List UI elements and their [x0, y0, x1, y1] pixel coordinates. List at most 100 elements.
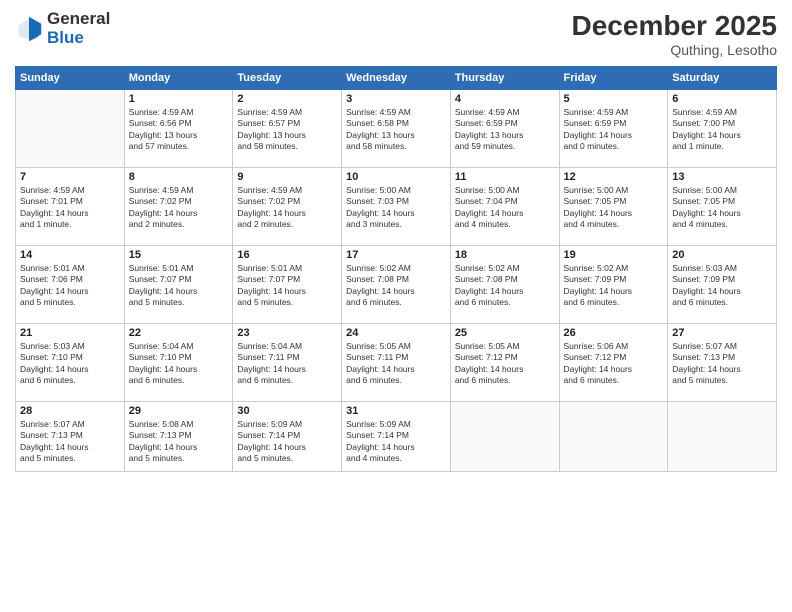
- title-block: December 2025 Quthing, Lesotho: [572, 10, 777, 58]
- day-info: Sunrise: 5:02 AM Sunset: 7:08 PM Dayligh…: [346, 263, 446, 309]
- day-number: 6: [672, 93, 772, 105]
- day-number: 27: [672, 327, 772, 339]
- day-number: 31: [346, 405, 446, 417]
- day-info: Sunrise: 5:01 AM Sunset: 7:07 PM Dayligh…: [237, 263, 337, 309]
- day-cell: [559, 402, 668, 472]
- day-info: Sunrise: 4:59 AM Sunset: 6:59 PM Dayligh…: [455, 107, 555, 153]
- calendar-table: SundayMondayTuesdayWednesdayThursdayFrid…: [15, 66, 777, 472]
- day-number: 17: [346, 249, 446, 261]
- day-number: 5: [564, 93, 664, 105]
- day-number: 25: [455, 327, 555, 339]
- day-cell: [668, 402, 777, 472]
- day-cell: 21 Sunrise: 5:03 AM Sunset: 7:10 PM Dayli…: [16, 324, 125, 402]
- day-info: Sunrise: 5:00 AM Sunset: 7:04 PM Dayligh…: [455, 185, 555, 231]
- page: General Blue December 2025 Quthing, Leso…: [0, 0, 792, 612]
- day-info: Sunrise: 4:59 AM Sunset: 6:56 PM Dayligh…: [129, 107, 229, 153]
- day-info: Sunrise: 5:07 AM Sunset: 7:13 PM Dayligh…: [20, 419, 120, 465]
- header-cell-tuesday: Tuesday: [233, 67, 342, 90]
- day-number: 7: [20, 171, 120, 183]
- day-cell: 17 Sunrise: 5:02 AM Sunset: 7:08 PM Dayli…: [342, 246, 451, 324]
- day-info: Sunrise: 4:59 AM Sunset: 7:02 PM Dayligh…: [129, 185, 229, 231]
- day-info: Sunrise: 4:59 AM Sunset: 6:58 PM Dayligh…: [346, 107, 446, 153]
- day-number: 22: [129, 327, 229, 339]
- day-cell: 22 Sunrise: 5:04 AM Sunset: 7:10 PM Dayli…: [124, 324, 233, 402]
- header-cell-saturday: Saturday: [668, 67, 777, 90]
- day-info: Sunrise: 5:03 AM Sunset: 7:10 PM Dayligh…: [20, 341, 120, 387]
- day-info: Sunrise: 5:03 AM Sunset: 7:09 PM Dayligh…: [672, 263, 772, 309]
- day-cell: 8 Sunrise: 4:59 AM Sunset: 7:02 PM Daylig…: [124, 168, 233, 246]
- logo-icon: [15, 15, 43, 43]
- header-cell-monday: Monday: [124, 67, 233, 90]
- day-info: Sunrise: 5:02 AM Sunset: 7:08 PM Dayligh…: [455, 263, 555, 309]
- day-info: Sunrise: 5:00 AM Sunset: 7:05 PM Dayligh…: [672, 185, 772, 231]
- day-cell: 12 Sunrise: 5:00 AM Sunset: 7:05 PM Dayli…: [559, 168, 668, 246]
- day-info: Sunrise: 5:09 AM Sunset: 7:14 PM Dayligh…: [346, 419, 446, 465]
- day-info: Sunrise: 5:07 AM Sunset: 7:13 PM Dayligh…: [672, 341, 772, 387]
- day-cell: 3 Sunrise: 4:59 AM Sunset: 6:58 PM Daylig…: [342, 90, 451, 168]
- day-number: 21: [20, 327, 120, 339]
- week-row-1: 1 Sunrise: 4:59 AM Sunset: 6:56 PM Daylig…: [16, 90, 777, 168]
- day-number: 23: [237, 327, 337, 339]
- header-cell-thursday: Thursday: [450, 67, 559, 90]
- day-cell: 27 Sunrise: 5:07 AM Sunset: 7:13 PM Dayli…: [668, 324, 777, 402]
- day-cell: 4 Sunrise: 4:59 AM Sunset: 6:59 PM Daylig…: [450, 90, 559, 168]
- day-number: 1: [129, 93, 229, 105]
- day-info: Sunrise: 4:59 AM Sunset: 7:00 PM Dayligh…: [672, 107, 772, 153]
- day-number: 13: [672, 171, 772, 183]
- day-cell: 28 Sunrise: 5:07 AM Sunset: 7:13 PM Dayli…: [16, 402, 125, 472]
- day-number: 30: [237, 405, 337, 417]
- week-row-2: 7 Sunrise: 4:59 AM Sunset: 7:01 PM Daylig…: [16, 168, 777, 246]
- day-cell: 20 Sunrise: 5:03 AM Sunset: 7:09 PM Dayli…: [668, 246, 777, 324]
- day-cell: 1 Sunrise: 4:59 AM Sunset: 6:56 PM Daylig…: [124, 90, 233, 168]
- day-info: Sunrise: 5:00 AM Sunset: 7:03 PM Dayligh…: [346, 185, 446, 231]
- header-cell-friday: Friday: [559, 67, 668, 90]
- day-cell: 24Sunrise: 5:05 AM Sunset: 7:11 PM Dayli…: [342, 324, 451, 402]
- month-title: December 2025: [572, 10, 777, 42]
- day-info: Sunrise: 5:05 AM Sunset: 7:11 PM Dayligh…: [346, 341, 446, 387]
- day-info: Sunrise: 5:04 AM Sunset: 7:10 PM Dayligh…: [129, 341, 229, 387]
- day-number: 14: [20, 249, 120, 261]
- day-cell: 19 Sunrise: 5:02 AM Sunset: 7:09 PM Dayli…: [559, 246, 668, 324]
- day-cell: 16 Sunrise: 5:01 AM Sunset: 7:07 PM Dayli…: [233, 246, 342, 324]
- day-info: Sunrise: 5:09 AM Sunset: 7:14 PM Dayligh…: [237, 419, 337, 465]
- day-cell: [450, 402, 559, 472]
- day-number: 8: [129, 171, 229, 183]
- day-number: 19: [564, 249, 664, 261]
- day-cell: 18Sunrise: 5:02 AM Sunset: 7:08 PM Dayli…: [450, 246, 559, 324]
- day-info: Sunrise: 4:59 AM Sunset: 7:01 PM Dayligh…: [20, 185, 120, 231]
- day-number: 20: [672, 249, 772, 261]
- day-number: 28: [20, 405, 120, 417]
- day-number: 12: [564, 171, 664, 183]
- day-cell: 23Sunrise: 5:04 AM Sunset: 7:11 PM Dayli…: [233, 324, 342, 402]
- location-subtitle: Quthing, Lesotho: [572, 42, 777, 58]
- day-cell: 29Sunrise: 5:08 AM Sunset: 7:13 PM Dayli…: [124, 402, 233, 472]
- day-number: 3: [346, 93, 446, 105]
- day-cell: 7 Sunrise: 4:59 AM Sunset: 7:01 PM Daylig…: [16, 168, 125, 246]
- day-cell: 26Sunrise: 5:06 AM Sunset: 7:12 PM Dayli…: [559, 324, 668, 402]
- day-cell: 15 Sunrise: 5:01 AM Sunset: 7:07 PM Dayli…: [124, 246, 233, 324]
- day-number: 11: [455, 171, 555, 183]
- week-row-5: 28 Sunrise: 5:07 AM Sunset: 7:13 PM Dayli…: [16, 402, 777, 472]
- day-info: Sunrise: 4:59 AM Sunset: 7:02 PM Dayligh…: [237, 185, 337, 231]
- day-number: 15: [129, 249, 229, 261]
- week-row-3: 14Sunrise: 5:01 AM Sunset: 7:06 PM Dayli…: [16, 246, 777, 324]
- day-cell: 14Sunrise: 5:01 AM Sunset: 7:06 PM Dayli…: [16, 246, 125, 324]
- day-number: 29: [129, 405, 229, 417]
- logo-line2: Blue: [47, 29, 110, 48]
- header: General Blue December 2025 Quthing, Leso…: [15, 10, 777, 58]
- day-info: Sunrise: 5:01 AM Sunset: 7:07 PM Dayligh…: [129, 263, 229, 309]
- day-info: Sunrise: 5:05 AM Sunset: 7:12 PM Dayligh…: [455, 341, 555, 387]
- day-cell: 30 Sunrise: 5:09 AM Sunset: 7:14 PM Dayli…: [233, 402, 342, 472]
- header-cell-wednesday: Wednesday: [342, 67, 451, 90]
- day-cell: 9Sunrise: 4:59 AM Sunset: 7:02 PM Daylig…: [233, 168, 342, 246]
- day-cell: [16, 90, 125, 168]
- day-info: Sunrise: 5:00 AM Sunset: 7:05 PM Dayligh…: [564, 185, 664, 231]
- day-cell: 6 Sunrise: 4:59 AM Sunset: 7:00 PM Daylig…: [668, 90, 777, 168]
- header-row: SundayMondayTuesdayWednesdayThursdayFrid…: [16, 67, 777, 90]
- day-number: 4: [455, 93, 555, 105]
- day-cell: 31 Sunrise: 5:09 AM Sunset: 7:14 PM Dayli…: [342, 402, 451, 472]
- day-cell: 10Sunrise: 5:00 AM Sunset: 7:03 PM Dayli…: [342, 168, 451, 246]
- day-info: Sunrise: 5:02 AM Sunset: 7:09 PM Dayligh…: [564, 263, 664, 309]
- day-number: 16: [237, 249, 337, 261]
- day-number: 2: [237, 93, 337, 105]
